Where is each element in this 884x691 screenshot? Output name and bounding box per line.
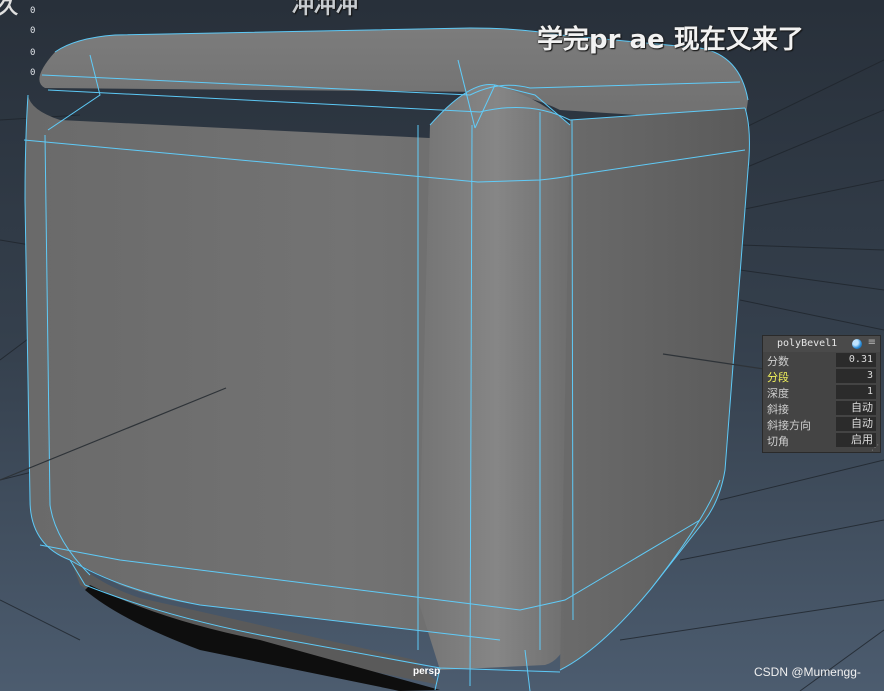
caption-main: 学完pr ae 现在又来了 xyxy=(537,25,804,55)
attr-label[interactable]: 深度 xyxy=(767,385,789,401)
attr-value-field[interactable]: 自动 xyxy=(836,417,876,431)
node-state-icon[interactable] xyxy=(852,339,862,349)
panel-title[interactable]: polyBevel1 xyxy=(777,338,837,349)
perspective-viewport[interactable] xyxy=(0,0,884,691)
attr-value-field[interactable]: 3 xyxy=(836,369,876,383)
camera-label: persp xyxy=(413,666,441,677)
attr-value-field[interactable]: 1 xyxy=(836,385,876,399)
resize-grip-icon[interactable]: ⋰ xyxy=(871,443,879,452)
caption-top: 冲冲冲 xyxy=(292,0,359,19)
attr-row-mitering[interactable]: 斜接 自动 xyxy=(763,400,880,416)
hud-counter-column: 0 0 0 0 xyxy=(30,6,35,78)
attr-row-chamfer[interactable]: 切角 启用 xyxy=(763,432,880,448)
hud-counter-value: 0 xyxy=(30,26,36,36)
attr-row-fraction[interactable]: 分数 0.31 xyxy=(763,352,880,368)
attr-label[interactable]: 斜接 xyxy=(767,401,789,417)
attr-label[interactable]: 分段 xyxy=(767,369,789,385)
attr-row-segments[interactable]: 分段 3 xyxy=(763,368,880,384)
panel-header[interactable]: polyBevel1 ≡ xyxy=(763,336,880,352)
attr-row-miter-along[interactable]: 斜接方向 自动 xyxy=(763,416,880,432)
attr-value-field[interactable]: 0.31 xyxy=(836,353,876,367)
hud-counter-value: 0 xyxy=(30,48,36,58)
cube-vertical-edge xyxy=(418,84,575,670)
attr-label[interactable]: 斜接方向 xyxy=(767,417,811,433)
attr-value-field[interactable]: 启用 xyxy=(836,433,876,447)
watermark: CSDN @Mumengg- xyxy=(754,665,861,679)
attr-label[interactable]: 分数 xyxy=(767,353,789,369)
hud-counter-value: 0 xyxy=(30,68,36,78)
edge-glyph: 久 xyxy=(0,0,18,18)
attr-value-field[interactable]: 自动 xyxy=(836,401,876,415)
inputs-panel[interactable]: polyBevel1 ≡ 分数 0.31 分段 3 深度 1 斜接 自动 斜接方… xyxy=(762,335,881,453)
attr-label[interactable]: 切角 xyxy=(767,433,789,449)
hud-counter-value: 0 xyxy=(30,6,36,16)
panel-menu-icon[interactable]: ≡ xyxy=(868,337,876,348)
attr-row-depth[interactable]: 深度 1 xyxy=(763,384,880,400)
